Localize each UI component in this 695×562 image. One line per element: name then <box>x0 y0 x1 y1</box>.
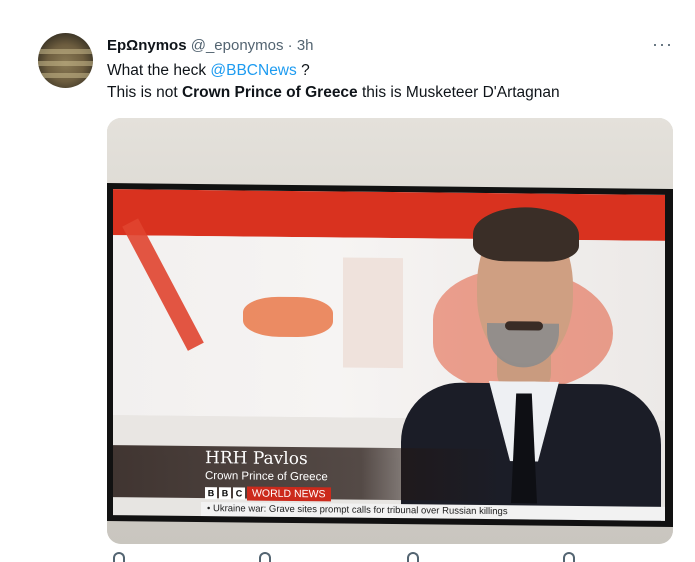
user-handle[interactable]: @_eponymos <box>191 37 284 54</box>
separator-dot: · <box>287 37 293 54</box>
tweet-line-1: What the heck @BBCNews ? <box>107 60 560 82</box>
timestamp[interactable]: 3h <box>297 37 314 54</box>
tweet-header: EpΩnymos @_eponymos · 3h <box>107 36 314 55</box>
share-icon[interactable] <box>563 552 575 562</box>
bbc-block: C <box>233 487 245 500</box>
tweet-text-segment: This is not <box>107 84 182 101</box>
tweet: EpΩnymos @_eponymos · 3h ··· What the he… <box>0 0 695 562</box>
channel-name: WORLD NEWS <box>247 486 331 502</box>
bbc-world-news-logo: B B C WORLD NEWS <box>205 486 331 502</box>
caption-name: HRH Pavlos <box>205 448 308 470</box>
avatar[interactable] <box>38 33 93 88</box>
tweet-text-segment: ? <box>296 62 310 79</box>
tweet-actions <box>107 552 667 562</box>
display-name[interactable]: EpΩnymos <box>107 37 187 54</box>
lower-third-caption: HRH Pavlos Crown Prince of Greece B B C … <box>113 445 665 521</box>
tv-frame: HRH Pavlos Crown Prince of Greece B B C … <box>107 183 673 527</box>
bbc-block: B <box>205 487 217 500</box>
tweet-text: What the heck @BBCNews ? This is not Cro… <box>107 60 560 104</box>
mention-link[interactable]: @BBCNews <box>210 62 296 79</box>
news-ticker: • Ukraine war: Grave sites prompt calls … <box>201 502 665 521</box>
bbc-block: B <box>219 487 231 500</box>
tweet-line-2: This is not Crown Prince of Greece this … <box>107 82 560 104</box>
reply-icon[interactable] <box>113 552 125 562</box>
more-options-icon[interactable]: ··· <box>652 34 673 55</box>
tweet-bold-text: Crown Prince of Greece <box>181 84 358 101</box>
tweet-text-segment: this is Musketeer D'Artagnan <box>357 84 560 101</box>
retweet-icon[interactable] <box>259 552 271 562</box>
like-icon[interactable] <box>407 552 419 562</box>
caption-title: Crown Prince of Greece <box>205 470 328 484</box>
tv-screen: HRH Pavlos Crown Prince of Greece B B C … <box>113 189 665 521</box>
tweet-text-segment: What the heck <box>107 62 211 79</box>
tweet-media-photo[interactable]: HRH Pavlos Crown Prince of Greece B B C … <box>107 118 673 544</box>
